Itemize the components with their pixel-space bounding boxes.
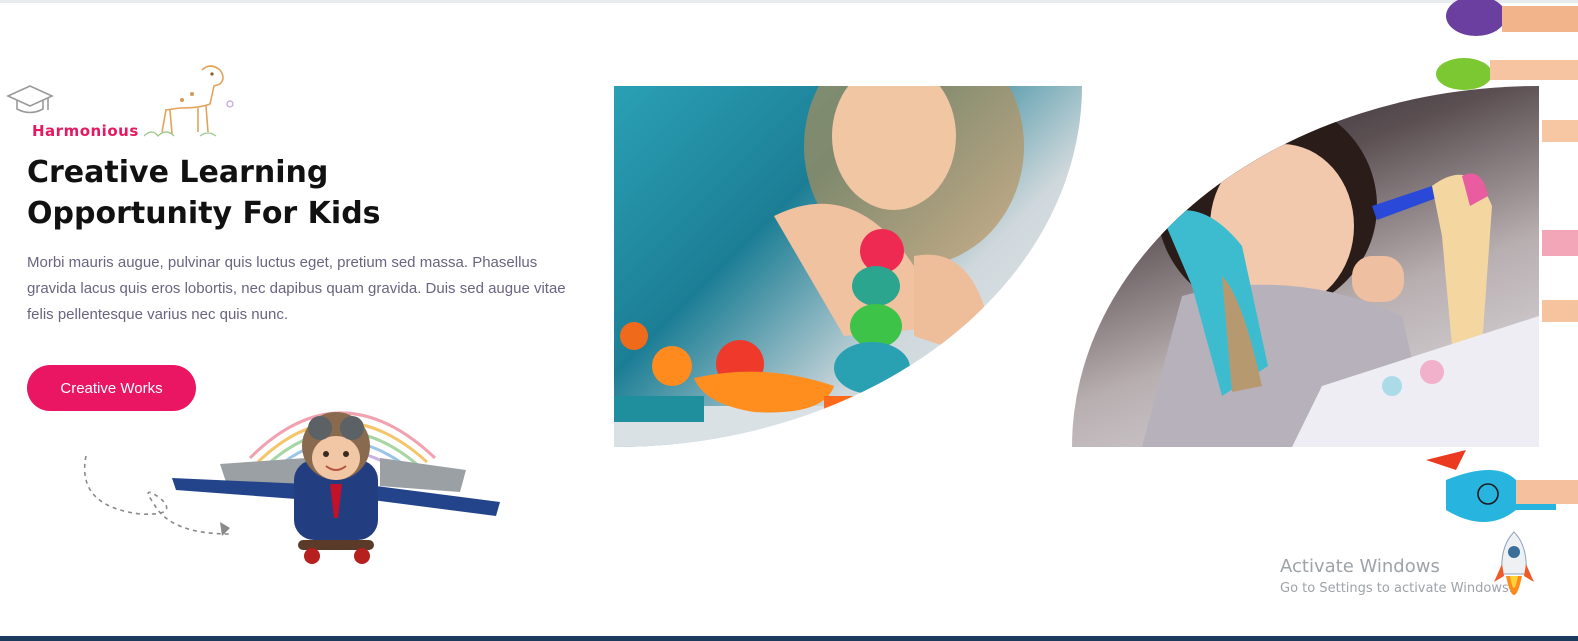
activate-windows-watermark: Activate Windows Go to Settings to activ… xyxy=(1280,556,1513,596)
hero-tagline: Harmonious xyxy=(32,122,139,140)
bottom-bar xyxy=(0,636,1578,641)
clay-play-photo xyxy=(614,86,1082,447)
flying-kid-illustration xyxy=(83,411,500,564)
watermark-title: Activate Windows xyxy=(1280,556,1440,577)
giraffe-doodle-icon xyxy=(143,65,234,137)
hero-description: Morbi mauris augue, pulvinar quis luctus… xyxy=(27,254,566,323)
graduation-cap-icon xyxy=(6,85,54,114)
watermark-subtitle: Go to Settings to activate Windows. xyxy=(1280,581,1513,596)
top-divider xyxy=(0,0,1578,3)
hero-title: Creative Learning Opportunity For Kids xyxy=(27,155,381,231)
